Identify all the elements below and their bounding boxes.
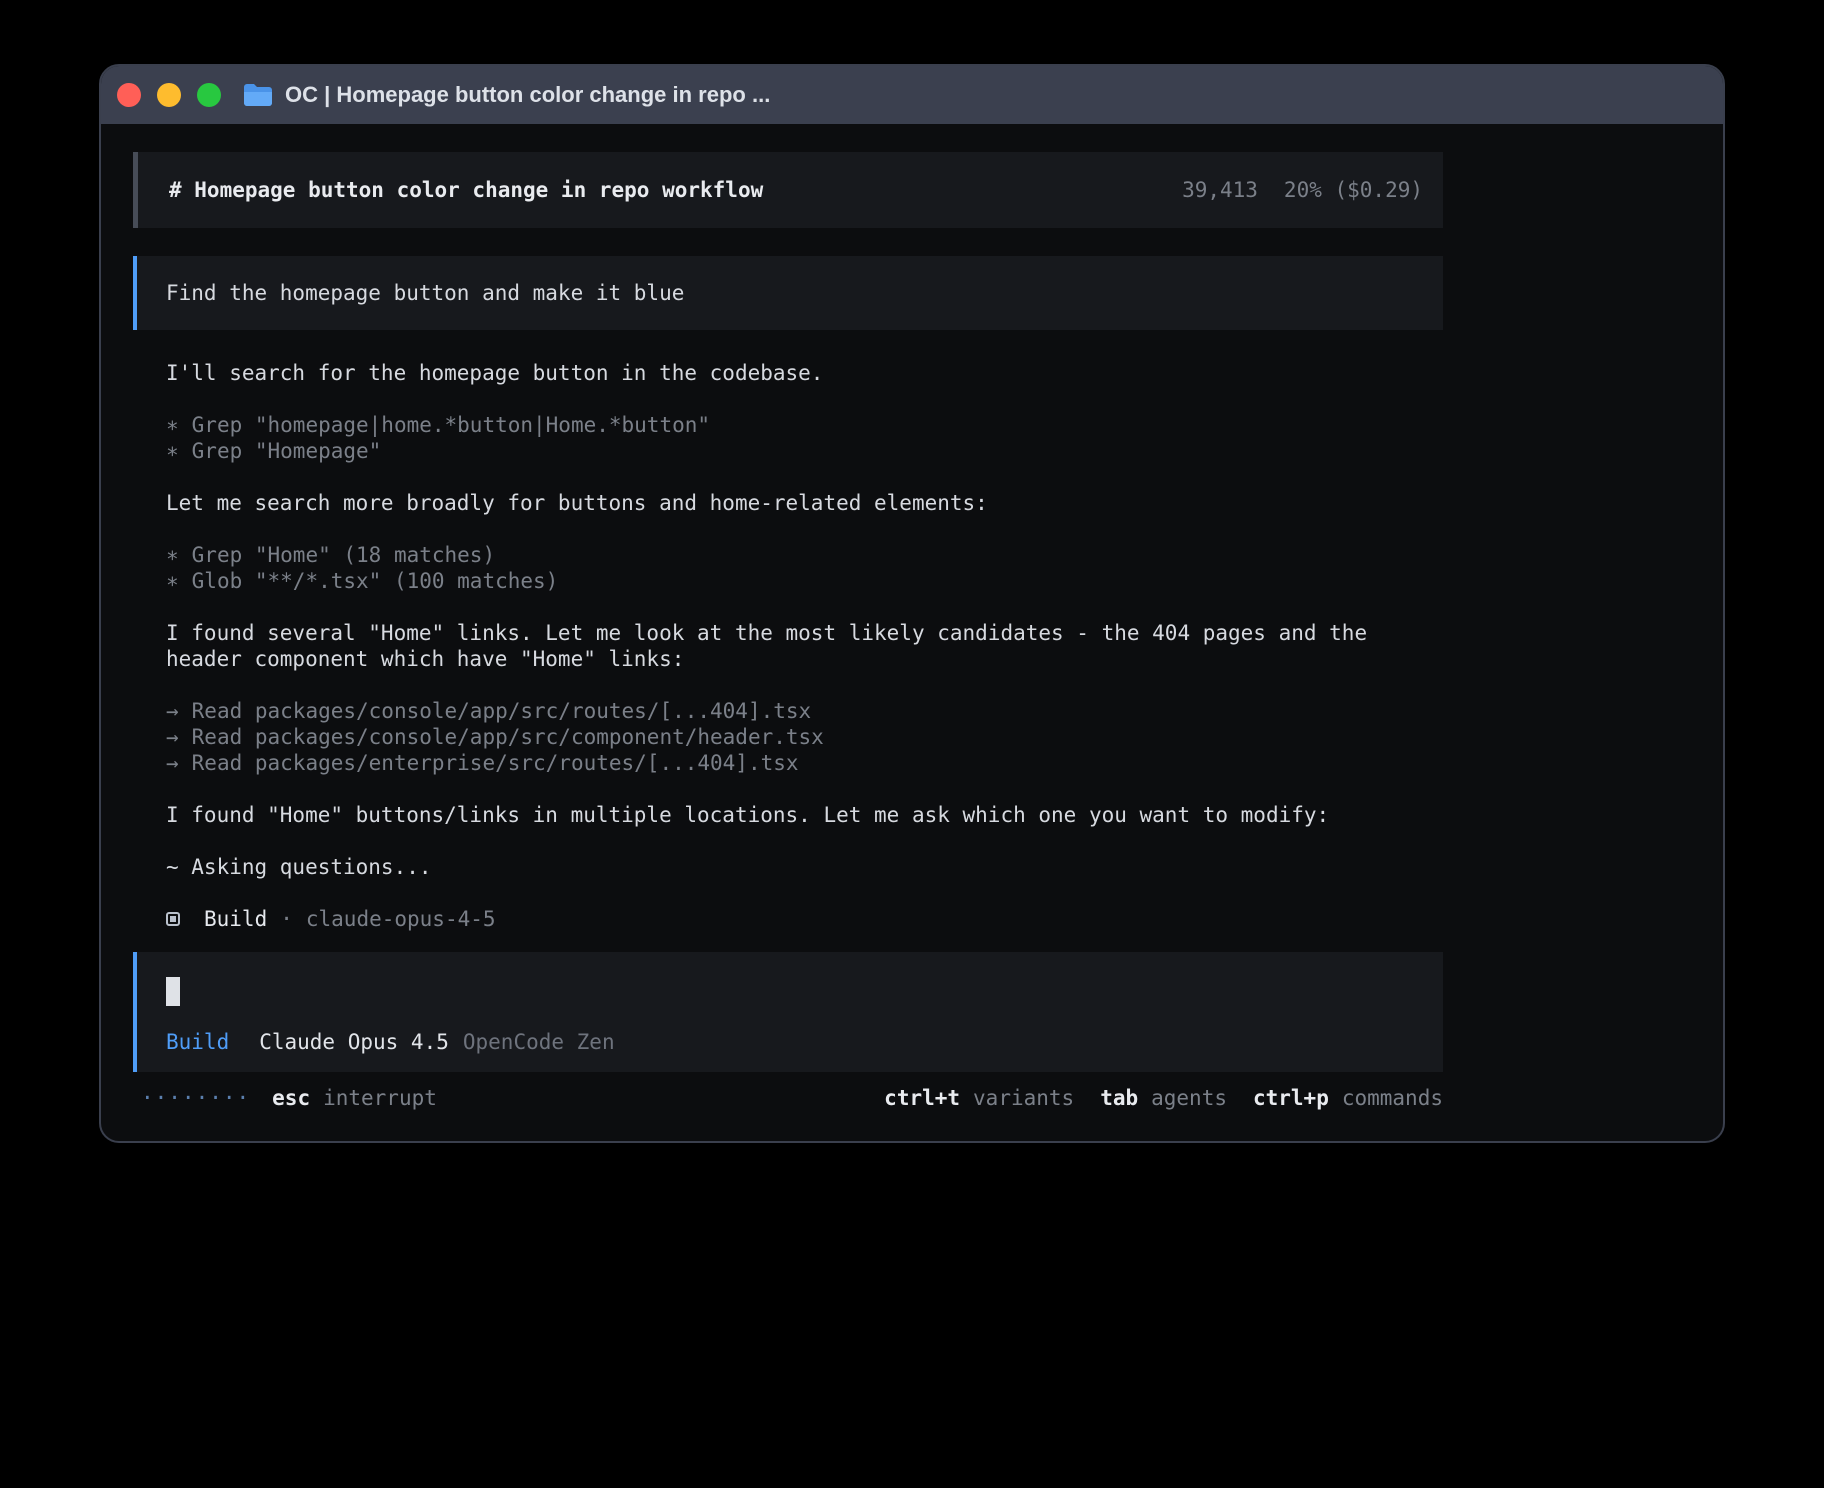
arrow-icon: → <box>166 750 179 776</box>
assistant-text: I'll search for the homepage button in t… <box>166 360 1443 386</box>
session-header: # Homepage button color change in repo w… <box>133 152 1443 228</box>
ctrl-t-key-hint: ctrl+t <box>884 1085 960 1111</box>
tool-call-text: Grep "Homepage" <box>192 438 382 464</box>
tool-call-group: ∗ Grep "homepage|home.*button|Home.*butt… <box>166 412 1443 464</box>
tool-call-group: ∗ Grep "Home" (18 matches) ∗ Glob "**/*.… <box>166 542 1443 594</box>
tool-bullet-icon: ∗ <box>166 412 179 438</box>
tool-call-text: Grep "homepage|home.*button|Home.*button… <box>192 412 710 438</box>
separator-dot: · <box>280 906 293 932</box>
close-button[interactable] <box>117 83 141 107</box>
arrow-icon: → <box>166 724 179 750</box>
agents-label: agents <box>1151 1085 1227 1111</box>
assistant-text: I found "Home" buttons/links in multiple… <box>166 802 1443 828</box>
tool-call-text: Grep "Home" (18 matches) <box>192 542 495 568</box>
context-usage: 20% ($0.29) <box>1284 177 1423 203</box>
user-message-text: Find the homepage button and make it blu… <box>166 281 684 305</box>
assistant-text: header component which have "Home" links… <box>166 646 1443 672</box>
model-label: Claude Opus 4.5 <box>259 1029 449 1055</box>
prompt-input[interactable]: Build Claude Opus 4.5 OpenCode Zen <box>133 952 1443 1072</box>
tool-bullet-icon: ∗ <box>166 542 179 568</box>
activity-indicator: ~ Asking questions... <box>166 854 1443 880</box>
agent-name: Build <box>204 906 267 932</box>
tool-call: → Read packages/enterprise/src/routes/[.… <box>166 750 1443 776</box>
variants-label: variants <box>973 1085 1074 1111</box>
tool-call: → Read packages/console/app/src/componen… <box>166 724 1443 750</box>
token-count: 39,413 <box>1182 177 1258 203</box>
interrupt-hint: esc interrupt <box>272 1085 437 1111</box>
assistant-text: Let me search more broadly for buttons a… <box>166 490 1443 516</box>
text-cursor <box>166 977 180 1006</box>
status-bar-right: ctrl+t variants tab agents ctrl+p comman… <box>884 1085 1443 1111</box>
status-bar: ········ esc interrupt ctrl+t variants t… <box>133 1084 1443 1112</box>
arrow-icon: → <box>166 698 179 724</box>
tool-bullet-icon: ∗ <box>166 438 179 464</box>
tool-call-text: Read packages/console/app/src/component/… <box>192 724 824 750</box>
ctrl-p-key-hint: ctrl+p <box>1253 1085 1329 1111</box>
tool-call-text: Read packages/console/app/src/routes/[..… <box>192 698 812 724</box>
session-stats: 39,413 20% ($0.29) <box>1182 177 1423 203</box>
tool-call: ∗ Grep "homepage|home.*button|Home.*butt… <box>166 412 1443 438</box>
agents-hint: tab agents <box>1100 1085 1227 1111</box>
terminal-window: OC | Homepage button color change in rep… <box>99 64 1725 1143</box>
variants-hint: ctrl+t variants <box>884 1085 1074 1111</box>
agent-mode-label: Build <box>166 1029 229 1055</box>
commands-label: commands <box>1342 1085 1443 1111</box>
minimize-button[interactable] <box>157 83 181 107</box>
spinner-dots: ········ <box>141 1085 250 1111</box>
status-bar-left: ········ esc interrupt <box>133 1085 437 1111</box>
interrupt-label: interrupt <box>323 1085 437 1111</box>
tool-call-text: Read packages/enterprise/src/routes/[...… <box>192 750 799 776</box>
tool-call: ∗ Glob "**/*.tsx" (100 matches) <box>166 568 1443 594</box>
tool-bullet-icon: ∗ <box>166 568 179 594</box>
input-footer: Build Claude Opus 4.5 OpenCode Zen <box>166 1029 615 1055</box>
tool-call: ∗ Grep "Home" (18 matches) <box>166 542 1443 568</box>
window-title: OC | Homepage button color change in rep… <box>285 82 770 108</box>
tool-call: → Read packages/console/app/src/routes/[… <box>166 698 1443 724</box>
tab-key-hint: tab <box>1100 1085 1138 1111</box>
zoom-button[interactable] <box>197 83 221 107</box>
agent-status: Build · claude-opus-4-5 <box>166 906 1443 932</box>
assistant-response: I'll search for the homepage button in t… <box>133 360 1443 932</box>
tool-call: ∗ Grep "Homepage" <box>166 438 1443 464</box>
assistant-text: I found several "Home" links. Let me loo… <box>166 620 1443 646</box>
assistant-paragraph: I found several "Home" links. Let me loo… <box>166 620 1443 672</box>
user-message: Find the homepage button and make it blu… <box>133 256 1443 330</box>
terminal-content: # Homepage button color change in repo w… <box>101 124 1723 1141</box>
session-title: # Homepage button color change in repo w… <box>169 177 763 203</box>
agent-model: claude-opus-4-5 <box>306 906 496 932</box>
esc-key-hint: esc <box>272 1085 310 1111</box>
commands-hint: ctrl+p commands <box>1253 1085 1443 1111</box>
titlebar: OC | Homepage button color change in rep… <box>101 66 1723 124</box>
agent-square-icon <box>166 912 180 926</box>
folder-icon <box>243 83 273 107</box>
provider-label: OpenCode Zen <box>463 1029 615 1055</box>
tool-call-group: → Read packages/console/app/src/routes/[… <box>166 698 1443 776</box>
tool-call-text: Glob "**/*.tsx" (100 matches) <box>192 568 559 594</box>
traffic-lights <box>117 83 221 107</box>
